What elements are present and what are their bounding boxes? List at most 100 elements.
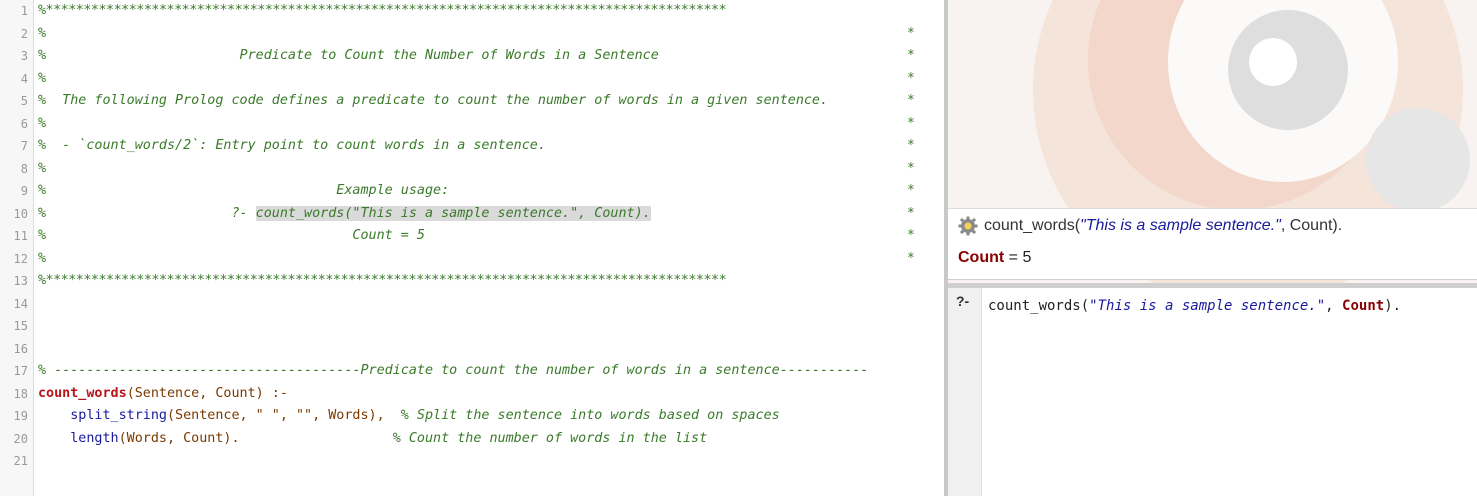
code-line[interactable]: 10 % ?- count_words("This is a sample sen… [0,203,944,225]
code-line[interactable]: 2% * [0,23,944,45]
code-line[interactable]: 6% * [0,113,944,135]
line-code: % - `count_words/2`: Entry point to coun… [38,135,546,157]
code-line[interactable]: 16 [0,338,944,360]
comment-text: % Count = 5 [38,228,425,243]
line-code: % [38,158,46,180]
comment-border-star: * [907,25,915,41]
code-line[interactable]: 7 % - `count_words/2`: Entry point to cou… [0,135,944,157]
comment-border-star: * [907,48,915,63]
comment-text: % Predicate to Count the Number of Words… [38,48,659,63]
code-line[interactable]: 14 [0,293,944,315]
line-number: 15 [13,319,28,333]
inline-comment: % Split the sentence into words based on… [400,408,780,423]
line-code: % Example usage: [38,180,449,202]
code-line[interactable]: 17 % ------------------------------------… [0,360,944,382]
code-line[interactable]: 13 %*************************************… [0,270,944,292]
comment-border-star: * [907,228,915,243]
code-line[interactable]: 20 length(Words, Count). % Count the num… [0,428,944,450]
comment-text: % Example usage: [38,183,450,198]
query-input[interactable]: count_words("This is a sample sentence."… [988,298,1401,314]
executed-query: count_words("This is a sample sentence."… [958,214,1342,238]
goal-args: (Words, Count). [118,430,240,446]
code-line[interactable]: 11 % Count = 5 * [0,225,944,247]
line-number: 13 [13,274,28,288]
line-number: 12 [13,251,28,266]
line-number: 16 [13,341,28,356]
predicate-name: count_words [38,385,127,401]
goal-name: split_string [70,408,167,423]
comment-text: % [38,115,47,131]
line-number: 8 [20,161,28,176]
code-line[interactable]: 18 count_words(Sentence, Count) :- [0,383,944,405]
code-line[interactable]: 8% * [0,158,944,180]
gear-icon[interactable] [958,216,978,236]
line-code: % Predicate to Count the Number of Words… [38,45,659,67]
code-line[interactable]: 5 % The following Prolog code defines a p… [0,90,944,112]
comment-border-star: * [907,138,915,153]
comment-border-star: * [907,205,915,221]
query-result-card: count_words("This is a sample sentence."… [948,208,1477,280]
line-number: 18 [13,386,28,401]
comment-text: % [38,160,47,176]
query-input-mid: , [1325,298,1343,314]
line-code: count_words(Sentence, Count) :- [38,383,288,405]
line-number: 10 [13,206,28,221]
line-code: %***************************************… [38,0,727,22]
query-pane: count_words("This is a sample sentence."… [948,0,1477,496]
line-number: 2 [20,26,28,41]
goal-args: (Sentence, " ", "", Words), [167,408,385,423]
line-number: 3 [20,49,28,63]
code-line[interactable]: 4% * [0,68,944,90]
answer-variable: Count [958,249,1005,266]
code-line[interactable]: 9 % Example usage: * [0,180,944,202]
code-line[interactable]: 19 split_string(Sentence, " ", "", Words… [0,405,944,427]
line-number: 14 [13,296,28,311]
query-input-variable: Count [1342,298,1385,314]
query-input-string: "This is a sample sentence." [1089,298,1326,314]
line-code: length(Words, Count). % Count the number… [38,428,707,450]
line-code: % --------------------------------------… [38,360,868,382]
line-number: 20 [13,431,28,446]
query-text-pre: count_words( [984,217,1081,234]
query-input-pre: count_words( [988,298,1090,314]
comment-text: % --------------------------------------… [38,363,869,378]
line-number: 1 [20,4,28,18]
query-prompt: ?- [956,293,970,309]
code-line[interactable]: 15 [0,315,944,337]
code-line[interactable]: 3 % Predicate to Count the Number of Word… [0,45,944,67]
code-line[interactable]: 1 %**************************************… [0,0,944,22]
output-area: count_words("This is a sample sentence."… [948,0,1477,283]
query-editor[interactable]: ?- count_words("This is a sample sentenc… [948,288,1477,496]
comment-border-star: * [907,93,915,108]
line-number: 9 [20,184,28,198]
line-number: 17 [13,364,28,378]
query-text-post: , Count). [1280,217,1343,234]
comment-border: %***************************************… [38,273,727,288]
comment-text: % - `count_words/2`: Entry point to coun… [38,138,546,153]
line-number: 21 [13,454,28,468]
code-editor[interactable]: 1 %**************************************… [0,0,944,496]
comment-gap [240,431,393,446]
line-code: %***************************************… [38,270,727,292]
code-line[interactable]: 12% * [0,248,944,270]
line-number: 4 [20,71,28,86]
comment-text: % ?- [38,205,256,221]
line-code: split_string(Sentence, " ", "", Words), … [38,405,780,427]
line-number: 11 [13,229,28,243]
comment-border-star: * [907,250,915,266]
comment-text: % [38,70,47,86]
line-code: % [38,23,46,45]
comment-border-star: * [907,70,915,86]
line-code: % [38,68,46,90]
line-number: 6 [20,116,28,131]
goal-name: length [70,430,119,446]
comment-text: % [38,25,47,41]
line-number: 5 [20,94,28,108]
line-number: 7 [20,139,28,153]
code-line[interactable]: 21 [0,450,944,472]
comment-gap [385,408,401,423]
comment-text: % [38,250,47,266]
line-code: % The following Prolog code defines a pr… [38,90,828,112]
